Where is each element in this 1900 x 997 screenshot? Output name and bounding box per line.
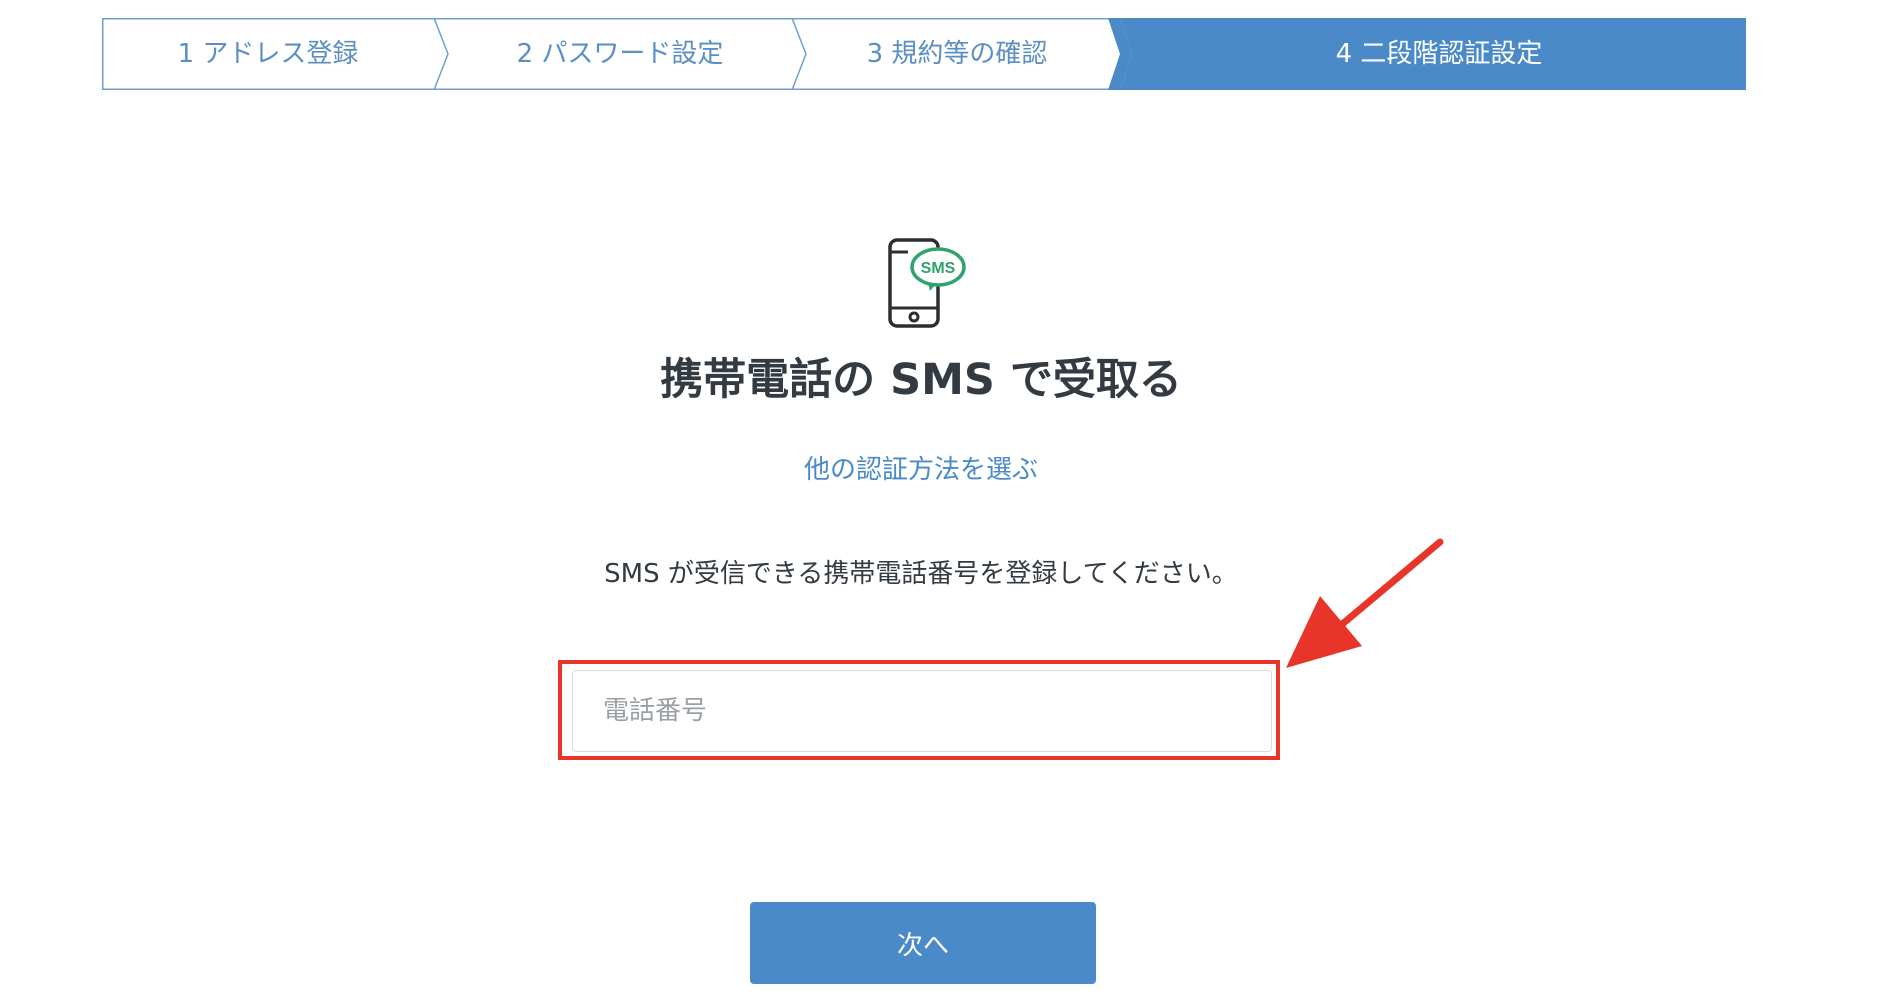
red-arrow-icon [1286,538,1444,668]
step-1-address: 1 アドレス登録 [177,39,359,69]
choose-other-method-link[interactable]: 他の認証方法を選ぶ [0,452,1842,488]
phone-sms-icon: SMS [888,238,966,328]
page-title: 携帯電話の SMS で受取る [660,355,1182,405]
step-4-two-factor: 4 二段階認証設定 [1335,39,1543,69]
step-2-password: 2 パスワード設定 [516,39,724,69]
progress-stepper: 1 アドレス登録 2 パスワード設定 3 規約等の確認 4 二段階認証設定 [102,18,1746,90]
phone-number-input[interactable] [572,670,1272,752]
step-3-terms: 3 規約等の確認 [866,39,1048,69]
instruction-text: SMS が受信できる携帯電話番号を登録してください。 [604,559,1238,589]
sms-badge-text: SMS [921,260,956,277]
next-button[interactable]: 次へ [750,902,1096,984]
